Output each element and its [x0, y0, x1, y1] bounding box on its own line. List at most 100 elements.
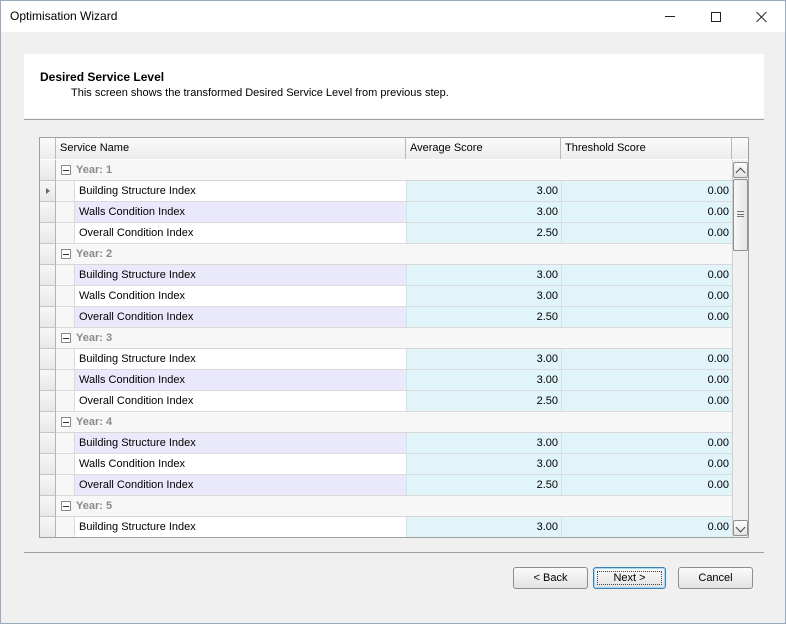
- service-name-cell[interactable]: Overall Condition Index: [74, 223, 406, 244]
- group-row[interactable]: Year: 1: [40, 160, 732, 181]
- threshold-score-cell[interactable]: 0.00: [561, 286, 732, 307]
- column-header-threshold-score[interactable]: Threshold Score: [561, 138, 732, 159]
- scrollbar-thumb[interactable]: [733, 179, 748, 251]
- threshold-score-cell[interactable]: 0.00: [561, 349, 732, 370]
- column-header-average-score[interactable]: Average Score: [406, 138, 561, 159]
- service-name-cell[interactable]: Walls Condition Index: [74, 370, 406, 391]
- average-score-cell[interactable]: 2.50: [406, 475, 561, 496]
- collapse-icon[interactable]: [61, 417, 71, 427]
- service-name-cell[interactable]: Overall Condition Index: [74, 307, 406, 328]
- threshold-score-cell[interactable]: 0.00: [561, 307, 732, 328]
- row-indicator[interactable]: [40, 223, 56, 244]
- minimize-button[interactable]: [647, 1, 693, 32]
- average-score-cell[interactable]: 3.00: [406, 286, 561, 307]
- current-row-indicator-icon[interactable]: [40, 181, 56, 202]
- average-score-cell[interactable]: 3.00: [406, 349, 561, 370]
- collapse-icon[interactable]: [61, 501, 71, 511]
- row-indicator[interactable]: [40, 160, 56, 181]
- cancel-button[interactable]: Cancel: [678, 567, 753, 589]
- table-row[interactable]: Walls Condition Index 3.00 0.00: [40, 370, 732, 391]
- row-indicator[interactable]: [40, 202, 56, 223]
- table-row[interactable]: Walls Condition Index 3.00 0.00: [40, 202, 732, 223]
- group-row[interactable]: Year: 4: [40, 412, 732, 433]
- threshold-score-cell[interactable]: 0.00: [561, 223, 732, 244]
- grip-icon: [737, 211, 744, 217]
- threshold-score-cell[interactable]: 0.00: [561, 517, 732, 537]
- average-score-cell[interactable]: 3.00: [406, 454, 561, 475]
- table-row[interactable]: Walls Condition Index 3.00 0.00: [40, 454, 732, 475]
- average-score-cell[interactable]: 3.00: [406, 433, 561, 454]
- average-score-cell[interactable]: 2.50: [406, 391, 561, 412]
- average-score-cell[interactable]: 3.00: [406, 265, 561, 286]
- threshold-score-cell[interactable]: 0.00: [561, 265, 732, 286]
- threshold-score-cell[interactable]: 0.00: [561, 454, 732, 475]
- service-name-cell[interactable]: Building Structure Index: [74, 265, 406, 286]
- row-indicator[interactable]: [40, 265, 56, 286]
- group-cell: Year: 4: [56, 412, 732, 433]
- threshold-score-cell[interactable]: 0.00: [561, 202, 732, 223]
- service-name-cell[interactable]: Walls Condition Index: [74, 454, 406, 475]
- column-header-row: Service Name Average Score Threshold Sco…: [40, 138, 748, 159]
- row-indicator[interactable]: [40, 454, 56, 475]
- service-name-cell[interactable]: Walls Condition Index: [74, 286, 406, 307]
- table-row[interactable]: Building Structure Index 3.00 0.00: [40, 265, 732, 286]
- row-indicator[interactable]: [40, 475, 56, 496]
- table-row[interactable]: Overall Condition Index 2.50 0.00: [40, 307, 732, 328]
- table-row[interactable]: Overall Condition Index 2.50 0.00: [40, 223, 732, 244]
- row-indicator[interactable]: [40, 517, 56, 537]
- row-indicator[interactable]: [40, 328, 56, 349]
- collapse-icon[interactable]: [61, 333, 71, 343]
- row-indicator[interactable]: [40, 370, 56, 391]
- service-level-grid: Service Name Average Score Threshold Sco…: [39, 137, 749, 538]
- average-score-cell[interactable]: 3.00: [406, 181, 561, 202]
- average-score-cell[interactable]: 3.00: [406, 517, 561, 537]
- focus-rectangle: [597, 571, 662, 585]
- row-indicator-header: [40, 138, 56, 159]
- table-row[interactable]: Walls Condition Index 3.00 0.00: [40, 286, 732, 307]
- threshold-score-cell[interactable]: 0.00: [561, 433, 732, 454]
- maximize-button[interactable]: [693, 1, 739, 32]
- average-score-cell[interactable]: 3.00: [406, 370, 561, 391]
- table-row[interactable]: Building Structure Index 3.00 0.00: [40, 181, 732, 202]
- service-name-cell[interactable]: Overall Condition Index: [74, 475, 406, 496]
- row-indicator[interactable]: [40, 391, 56, 412]
- group-row[interactable]: Year: 5: [40, 496, 732, 517]
- close-button[interactable]: [739, 1, 785, 32]
- average-score-cell[interactable]: 2.50: [406, 307, 561, 328]
- threshold-score-cell[interactable]: 0.00: [561, 475, 732, 496]
- row-indicator[interactable]: [40, 412, 56, 433]
- service-name-cell[interactable]: Building Structure Index: [74, 349, 406, 370]
- collapse-icon[interactable]: [61, 249, 71, 259]
- table-row[interactable]: Building Structure Index 3.00 0.00: [40, 433, 732, 454]
- row-indicator[interactable]: [40, 496, 56, 517]
- table-row[interactable]: Overall Condition Index 2.50 0.00: [40, 475, 732, 496]
- table-row[interactable]: Overall Condition Index 2.50 0.00: [40, 391, 732, 412]
- vertical-scrollbar[interactable]: [732, 160, 748, 537]
- scroll-up-button[interactable]: [733, 162, 748, 178]
- scroll-down-button[interactable]: [733, 520, 748, 536]
- average-score-cell[interactable]: 3.00: [406, 202, 561, 223]
- service-name-cell[interactable]: Walls Condition Index: [74, 202, 406, 223]
- collapse-icon[interactable]: [61, 165, 71, 175]
- back-button[interactable]: < Back: [513, 567, 588, 589]
- threshold-score-cell[interactable]: 0.00: [561, 181, 732, 202]
- row-indicator[interactable]: [40, 286, 56, 307]
- table-row[interactable]: Building Structure Index 3.00 0.00: [40, 349, 732, 370]
- next-button[interactable]: Next >: [593, 567, 666, 589]
- row-indicator[interactable]: [40, 244, 56, 265]
- row-indicator[interactable]: [40, 433, 56, 454]
- threshold-score-cell[interactable]: 0.00: [561, 391, 732, 412]
- row-indicator[interactable]: [40, 307, 56, 328]
- service-name-cell[interactable]: Building Structure Index: [74, 433, 406, 454]
- header-corner: [732, 138, 748, 159]
- service-name-cell[interactable]: Building Structure Index: [74, 181, 406, 202]
- group-row[interactable]: Year: 3: [40, 328, 732, 349]
- table-row[interactable]: Building Structure Index 3.00 0.00: [40, 517, 732, 537]
- service-name-cell[interactable]: Overall Condition Index: [74, 391, 406, 412]
- group-row[interactable]: Year: 2: [40, 244, 732, 265]
- threshold-score-cell[interactable]: 0.00: [561, 370, 732, 391]
- column-header-service-name[interactable]: Service Name: [56, 138, 406, 159]
- row-indicator[interactable]: [40, 349, 56, 370]
- average-score-cell[interactable]: 2.50: [406, 223, 561, 244]
- service-name-cell[interactable]: Building Structure Index: [74, 517, 406, 537]
